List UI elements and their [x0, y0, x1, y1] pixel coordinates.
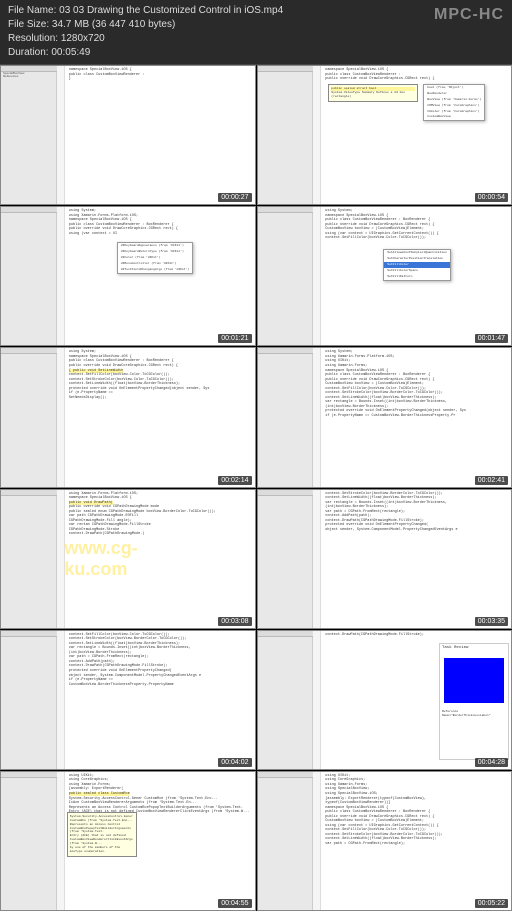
autocomplete-item[interactable]: SetFillPattern: [384, 274, 449, 280]
duration-value: 00:05:49: [51, 47, 90, 58]
blue-box-preview: [444, 658, 504, 703]
timestamp: 00:03:35: [475, 617, 508, 626]
file-name-label: File Name:: [8, 5, 56, 16]
ide-sidebar: [258, 207, 314, 345]
code-line: context.SetFillColor(boxView.Color.ToCGC…: [325, 236, 509, 241]
highlight: public void DrawPath(: [69, 501, 113, 505]
intellisense-tooltip: public sealed struct bool System.ValueTy…: [328, 84, 418, 102]
thumbnail-7[interactable]: www.cg-ku.com using Xamarin.Forms.Platfo…: [0, 489, 256, 629]
tooltip-line: Entry (ACE) that is not defined CustomBo…: [70, 834, 134, 846]
tooltip-line: AceType enumeration.: [70, 850, 134, 854]
file-size-value: 34.7 MB (36 447 410 bytes): [52, 19, 175, 30]
code-editor: namespace SpecialBoxView.iOS { public cl…: [57, 66, 255, 204]
thumbnail-1[interactable]: Solution SpecialBoxView References names…: [0, 65, 256, 205]
resolution-value: 1280x720: [61, 33, 105, 44]
ide-sidebar: [258, 348, 314, 486]
timestamp: 00:05:22: [475, 899, 508, 908]
timestamp: 00:04:55: [218, 899, 251, 908]
timestamp: 00:01:47: [475, 334, 508, 343]
timestamp: 00:04:02: [218, 758, 251, 767]
ide-sidebar: Solution SpecialBoxView References: [1, 66, 57, 204]
sidebar-item: References: [3, 75, 54, 79]
thumbnail-4[interactable]: using System; namespace SpecialBoxView.i…: [257, 206, 512, 346]
code-line: object sender, System.ComponentModel.Pro…: [325, 528, 509, 533]
file-info-header: File Name: 03 03 Drawing the Customized …: [0, 0, 512, 65]
code-editor: using System; namespace SpecialBoxView.i…: [57, 348, 255, 486]
simulator-panel: Task Review Reference Name="BorderThickn…: [439, 643, 509, 760]
timestamp: 00:02:41: [475, 476, 508, 485]
code-editor: using Xamarin.Forms.Platform.iOS; namesp…: [57, 490, 255, 628]
tooltip-body: System.ValueType Summary Defines a 2d bo…: [331, 91, 415, 99]
autocomplete-item[interactable]: UITextFieldChangingArgs (from 'UIKit'): [118, 267, 192, 273]
highlight: public sealed class CustomRce: [69, 792, 130, 796]
tooltip-line: System.Security.AccessControl.Gener Cust…: [70, 815, 134, 823]
ide-sidebar: [258, 490, 314, 628]
thumbnail-12[interactable]: using UIKit; using CoreGraphics; using X…: [257, 771, 512, 911]
timestamp: 00:00:27: [218, 193, 251, 202]
duration-label: Duration:: [8, 47, 49, 58]
code-editor: using System; using Xamarin.Forms.Platfo…: [313, 348, 511, 486]
highlight: { public void SetLineWidth: [69, 369, 124, 373]
thumbnail-9[interactable]: context.SetFillColor(boxView.Color.ToCGC…: [0, 630, 256, 770]
timestamp: 00:04:28: [475, 758, 508, 767]
ide-sidebar: [1, 348, 57, 486]
ide-sidebar: [1, 772, 57, 910]
code-line: }: [69, 77, 253, 82]
thumbnail-3[interactable]: using System; using Xamarin.Forms.Platfo…: [0, 206, 256, 346]
thumbnail-8[interactable]: context.SetStrokeColor(boxView.BorderCol…: [257, 489, 512, 629]
ide-sidebar: [258, 772, 314, 910]
code-editor: context.DrawPath(CGPathDrawingMode.FillS…: [313, 631, 511, 769]
ide-sidebar: [258, 66, 314, 204]
code-line: context.DrawPath(CGPathDrawingMode.FillS…: [325, 633, 509, 638]
code-editor: using UIKit; using CoreGraphics; using X…: [313, 772, 511, 910]
timestamp: 00:00:54: [475, 193, 508, 202]
code-line: using (var context = UI: [69, 232, 253, 237]
ide-sidebar: [1, 490, 57, 628]
file-name-value: 03 03 Drawing the Customized Control in …: [59, 5, 283, 16]
ide-sidebar: [1, 631, 57, 769]
code-line: public override void DrawCoreGraphics.CG…: [325, 77, 509, 82]
tooltip-line: Represents an Access Control CustomRcePo…: [70, 823, 134, 835]
reference-label: Reference Name="BorderThicknessLabel": [440, 708, 508, 720]
autocomplete-popup: UIKeyboardAppearance (from 'UIKit') UIKe…: [117, 242, 193, 273]
ide-sidebar: [258, 631, 314, 769]
code-editor: context.SetStrokeColor(boxView.BorderCol…: [313, 490, 511, 628]
code-editor: namespace SpecialBoxView.iOS { public cl…: [313, 66, 511, 204]
app-title: MPC-HC: [434, 4, 504, 26]
doc-tooltip: System.Security.AccessControl.Gener Cust…: [67, 812, 137, 857]
timestamp: 00:03:08: [218, 617, 251, 626]
timestamp: 00:01:21: [218, 334, 251, 343]
autocomplete-item[interactable]: CustomBoxView: [424, 114, 484, 120]
autocomplete-popup: SetAllowsFontSubpixelQuantization SetCha…: [383, 249, 450, 280]
code-line: SetNeedsDisplay();: [69, 396, 253, 401]
code-editor: context.SetFillColor(boxView.Color.ToCGC…: [57, 631, 255, 769]
code-editor: using System; namespace SpecialBoxView.i…: [313, 207, 511, 345]
code-editor: using UIKit; using CoreGraphics; using X…: [57, 772, 255, 910]
code-line: var path = CGPath.FromRect(rectangle);: [325, 842, 509, 847]
thumbnail-grid: Solution SpecialBoxView References names…: [0, 65, 512, 911]
thumbnail-6[interactable]: using System; using Xamarin.Forms.Platfo…: [257, 347, 512, 487]
timestamp: 00:02:14: [218, 476, 251, 485]
ide-sidebar: [1, 207, 57, 345]
thumbnail-2[interactable]: namespace SpecialBoxView.iOS { public cl…: [257, 65, 512, 205]
code-line: context.DrawPath(CGPathDrawingMode.): [69, 532, 253, 537]
thumbnail-11[interactable]: using UIKit; using CoreGraphics; using X…: [0, 771, 256, 911]
thumbnail-5[interactable]: using System; namespace SpecialBoxView.i…: [0, 347, 256, 487]
code-line: if (e.PropertyName == CustomBoxView.Bord…: [325, 414, 509, 419]
code-editor: using System; using Xamarin.Forms.Platfo…: [57, 207, 255, 345]
resolution-label: Resolution:: [8, 33, 58, 44]
file-size-label: File Size:: [8, 19, 49, 30]
autocomplete-popup: bool (from 'Object') BoxRenderer BoxView…: [423, 84, 485, 121]
sim-title: Task Review: [440, 644, 508, 653]
code-line: CustomBoxView.BorderThicknessProperty.Pr…: [69, 683, 253, 688]
thumbnail-10[interactable]: context.DrawPath(CGPathDrawingMode.FillS…: [257, 630, 512, 770]
